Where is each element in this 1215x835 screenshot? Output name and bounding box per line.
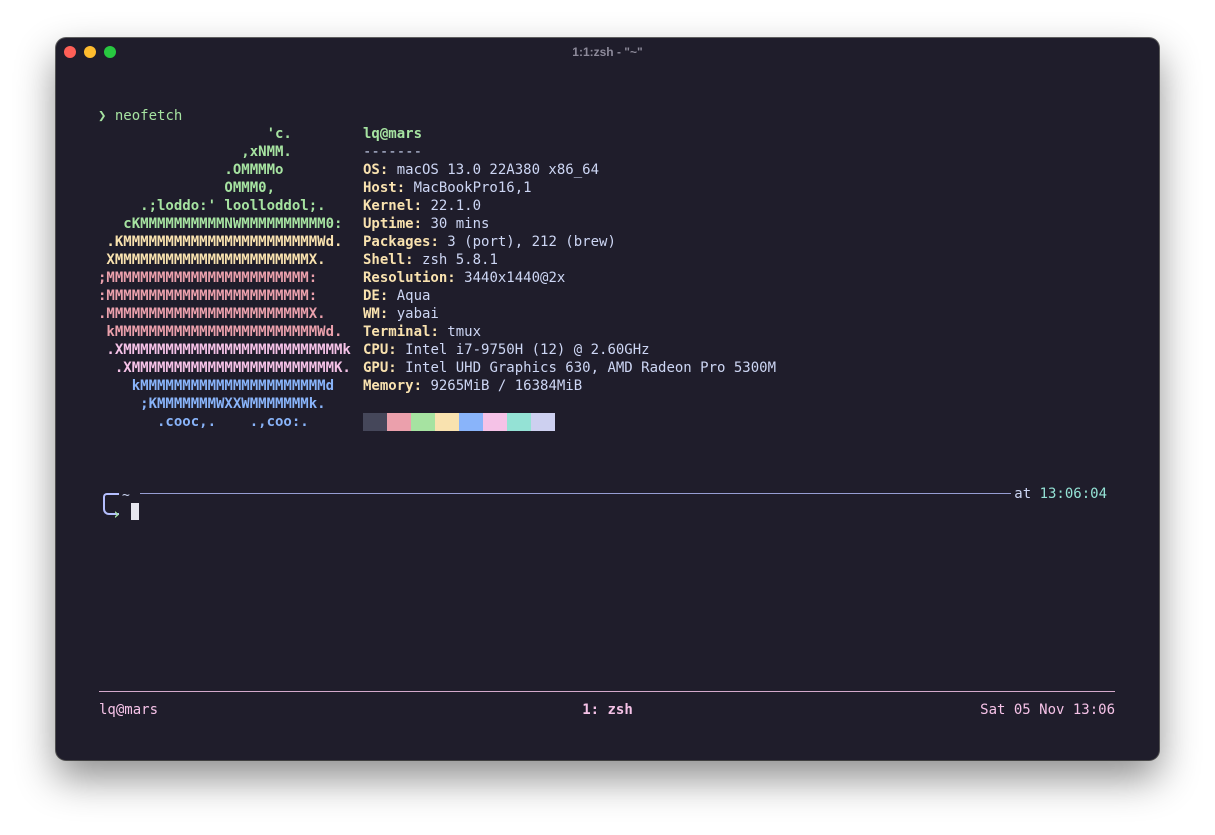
status-datetime: Sat 05 Nov 13:06 [980,702,1115,718]
title-bar: 1:1:zsh - "~" [56,38,1159,66]
info-value: Intel i7-9750H (12) @ 2.60GHz [405,342,650,358]
info-key: CPU [363,342,389,358]
prompt-time: at 13:06:04 [1014,485,1107,503]
ascii-line: .XMMMMMMMMMMMMMMMMMMMMMMMMK. [98,360,351,376]
ascii-line: .MMMMMMMMMMMMMMMMMMMMMMMMX. [98,306,326,322]
info-key: Kernel [363,198,414,214]
info-row: Packages: 3 (port), 212 (brew) [363,234,616,250]
info-key: Shell [363,252,406,268]
ascii-line: ;KMMMMMMMWXXWMMMMMMMk. [98,396,326,412]
prompt-arrow-icon: › [112,505,122,523]
color-swatch [435,413,459,431]
at-label: at [1014,486,1032,502]
info-key: Memory [363,378,414,394]
terminal-content[interactable]: ❯ neofetch 'c. ,xNMM. .OMMMMo OMMM0, .;l… [56,38,1159,718]
color-swatch [363,413,387,431]
info-value: yabai [396,306,439,322]
info-separator: ------- [363,144,423,160]
ascii-line: OMMM0, [98,180,276,196]
info-value: zsh 5.8.1 [422,252,498,268]
info-key: Resolution [363,270,448,286]
color-swatch [531,413,555,431]
info-value: Intel UHD Graphics 630, AMD Radeon Pro 5… [405,360,777,376]
info-value: MacBookPro16,1 [413,180,532,196]
color-swatch [387,413,411,431]
info-value: 22.1.0 [430,198,482,214]
prompt-arrow-icon: ❯ [98,108,107,124]
ascii-line: 'c. [98,126,292,142]
info-row: Terminal: tmux [363,324,482,340]
info-value: tmux [447,324,482,340]
info-key: Host [363,180,397,196]
info-row: DE: Aqua [363,288,431,304]
info-key: Packages [363,234,431,250]
info-key: Terminal [363,324,431,340]
color-swatch [459,413,483,431]
ascii-line: ,xNMM. [98,144,292,160]
ascii-line: ;MMMMMMMMMMMMMMMMMMMMMMMM: [98,270,318,286]
info-row: GPU: Intel UHD Graphics 630, AMD Radeon … [363,360,777,376]
ascii-line: .KMMMMMMMMMMMMMMMMMMMMMMMWd. [98,234,343,250]
info-key: WM [363,306,380,322]
info-row: CPU: Intel i7-9750H (12) @ 2.60GHz [363,342,650,358]
info-value: 3440x1440@2x [464,270,566,286]
info-row: Kernel: 22.1.0 [363,198,482,214]
info-value: 9265MiB / 16384MiB [430,378,583,394]
window-title: 1:1:zsh - "~" [572,45,643,59]
ascii-line: .OMMMMo [98,162,284,178]
text-cursor[interactable] [131,503,139,520]
prompt-separator [140,493,1011,494]
ascii-line: .;loddo:' loolloddol;. [98,198,326,214]
ascii-line: .cooc,. .,coo:. [98,414,309,430]
info-value: Aqua [396,288,431,304]
ascii-line: XMMMMMMMMMMMMMMMMMMMMMMMX. [98,252,326,268]
info-row: Uptime: 30 mins [363,216,490,232]
info-row: OS: macOS 13.0 22A380 x86_64 [363,162,600,178]
info-value: macOS 13.0 22A380 x86_64 [396,162,600,178]
info-value: 30 mins [430,216,490,232]
info-key: OS [363,162,380,178]
ascii-line: cKMMMMMMMMMMNWMMMMMMMMMM0: [98,216,343,232]
info-key: Uptime [363,216,414,232]
info-row: Host: MacBookPro16,1 [363,180,532,196]
color-swatch [411,413,435,431]
info-row: Memory: 9265MiB / 16384MiB [363,378,583,394]
statusbar-divider [99,691,1115,692]
info-value: 3 (port), 212 (brew) [447,234,616,250]
info-row: WM: yabai [363,306,439,322]
command-line: ❯ neofetch [98,107,182,125]
command-text: neofetch [114,108,183,124]
color-swatch [507,413,531,431]
cwd-label: ~ [122,488,130,503]
ascii-line: kMMMMMMMMMMMMMMMMMMMMMMd [98,378,335,394]
info-row: Resolution: 3440x1440@2x [363,270,566,286]
color-palette [363,413,555,431]
ascii-line: .XMMMMMMMMMMMMMMMMMMMMMMMMMMk [98,342,351,358]
info-key: GPU [363,360,389,376]
color-swatch [483,413,507,431]
time-value: 13:06:04 [1039,486,1107,502]
ascii-line: kMMMMMMMMMMMMMMMMMMMMMMMMWd. [98,324,343,340]
info-row: Shell: zsh 5.8.1 [363,252,498,268]
info-title: lq@mars [363,126,423,142]
ascii-line: :MMMMMMMMMMMMMMMMMMMMMMMM: [98,288,318,304]
terminal-window: 1:1:zsh - "~" ❯ neofetch 'c. ,xNMM. .OMM… [56,38,1159,760]
info-key: DE [363,288,380,304]
